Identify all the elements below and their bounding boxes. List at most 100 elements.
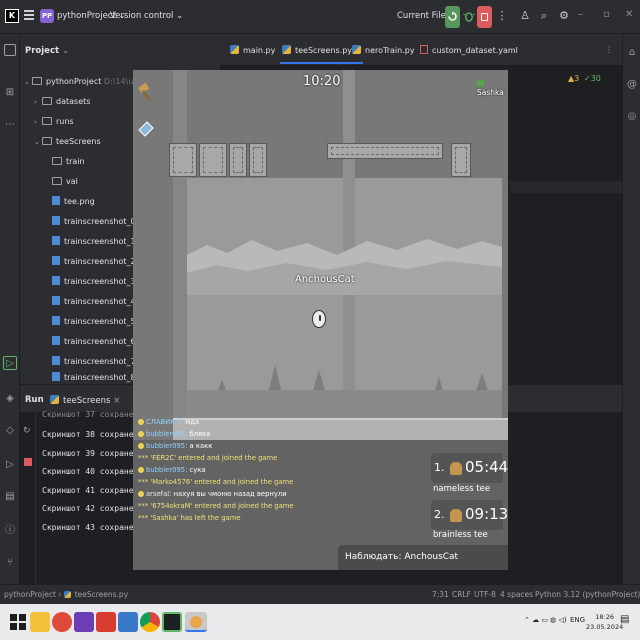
stop-icon [481,13,488,21]
console-run-icon[interactable]: ▷ [3,458,17,472]
stop-icon[interactable] [24,458,32,466]
rerun-icon [448,12,457,21]
tee-skin-icon [450,462,462,475]
game-tile [229,143,247,177]
tab-custom-dataset-yaml[interactable]: custom_dataset.yaml [420,45,518,55]
game-window[interactable]: 10:20 Sashka AnchousCat СЛАВИК T: мда bu… [133,70,508,570]
database-icon[interactable]: ◎ [625,110,639,124]
problems-icon[interactable]: ⓘ [3,524,17,538]
settings-icon[interactable]: ⚙ [558,10,570,22]
tabs-more-icon[interactable]: ⋮ [605,45,613,54]
project-panel-title[interactable]: Project ⌄ [25,46,69,56]
scoreboard-name: brainless tee [433,530,488,540]
system-clock[interactable]: 18:26 23.05.2024 [586,612,623,632]
chevron-down-icon: ⌄ [176,11,184,21]
ai-assistant-icon[interactable]: @ [625,78,639,92]
python-packages-icon[interactable]: ◈ [3,392,17,406]
project-name: pythonProject [57,11,116,21]
tab-teescreens-py[interactable]: teeScreens.py × [279,45,364,64]
game-tile [451,143,471,177]
minimize-icon[interactable]: – [578,9,583,20]
breadcrumb[interactable]: pythonProject › teeScreens.py [4,590,128,599]
notifications-icon[interactable]: ⌂ [625,46,639,60]
git-icon[interactable]: ⑂ [3,556,17,570]
python-interpreter[interactable]: Python 3.12 (pythonProject) [535,590,640,599]
maximize-icon[interactable]: ▫ [603,9,610,20]
acrobat-icon[interactable] [96,612,116,632]
inspections-indicator[interactable]: ✓30 [584,74,601,83]
game-tile [199,143,227,177]
project-tool-icon[interactable] [4,44,16,56]
visual-studio-icon[interactable] [74,612,94,632]
game-mountains [187,239,502,295]
run-tab-teescreens[interactable]: teeScreens × [50,395,120,406]
game-tile [169,143,197,177]
rerun-button[interactable] [445,6,460,28]
close-icon[interactable]: ✕ [625,9,633,20]
notification-icon[interactable]: ▤ [620,614,629,625]
scoreboard-time: 05:44 [465,458,508,476]
image-file-icon [52,372,60,381]
debug-icon[interactable] [463,10,475,22]
folder-icon [42,137,52,145]
tray-icons[interactable]: ⌃ ☁ ▭ ◍ ◁) [524,616,567,624]
rerun-icon[interactable]: ↻ [23,426,31,436]
warnings-indicator[interactable]: ▲3 [568,74,579,83]
game-pine-trees [187,365,502,418]
tree-item-val[interactable]: val [52,172,78,192]
chat-line: *** 'Marko4576' entered and joined the g… [138,478,294,486]
yaml-file-icon [420,45,428,54]
file-encoding[interactable]: UTF-8 [474,590,496,599]
scoreboard-rank: 1. [434,461,445,474]
caret-position[interactable]: 7:31 [432,590,449,599]
folder-icon [32,77,42,85]
tree-item-tee-png[interactable]: tee.png [52,192,95,212]
chat-author-icon [138,431,144,437]
editor-tabs-bar: main.py teeScreens.py × neroTrain.py cus… [220,34,640,66]
console-line: Скриншот 42 сохранен. [42,504,144,513]
tab-main-py[interactable]: main.py [230,45,275,55]
tab-nerotrain-py[interactable]: neroTrain.py [352,45,415,55]
tree-item-train[interactable]: train [52,152,85,172]
image-file-icon [52,316,60,325]
stop-button[interactable] [477,6,492,28]
tree-item-runs[interactable]: › runs [34,112,74,132]
chat-line: bubbler095: а какк [138,442,212,450]
run-tool-icon[interactable]: ▷ [3,356,17,370]
scoreboard-entry: 2. 09:13 [431,500,508,530]
terminal-icon[interactable]: ▤ [3,490,17,504]
notes-icon[interactable] [118,612,138,632]
windows-start-icon[interactable] [8,612,28,632]
more-icon[interactable]: ⋮ [496,10,508,22]
hamburger-icon[interactable] [24,10,34,20]
tree-item-teescreens[interactable]: ⌄ teeScreens [34,132,101,152]
input-language[interactable]: ENG [570,616,585,624]
windows-taskbar: ⌃ ☁ ▭ ◍ ◁) ENG 18:26 23.05.2024 ▤ [0,604,640,640]
structure-icon[interactable]: ⊞ [3,86,17,100]
search-icon[interactable]: ⌕ [538,10,550,22]
chrome-icon[interactable] [140,612,160,632]
account-icon[interactable]: ♙ [519,10,531,22]
console-line: Скриншот 41 сохранен. [42,486,144,495]
tree-item-datasets[interactable]: › datasets [34,92,90,112]
python-file-icon [352,45,361,54]
pycharm-icon[interactable] [162,612,182,632]
indent-setting[interactable]: 4 spaces [500,590,533,599]
close-tab-icon[interactable]: × [113,396,120,406]
layers-icon[interactable]: ◇ [3,424,17,438]
project-badge[interactable]: PP [40,9,54,23]
spectate-label: Наблюдать: AnchousCat [345,552,459,562]
game-floor [173,418,508,440]
chat-line: bubbler095: бляха [138,430,210,438]
vivaldi-icon[interactable] [52,612,72,632]
line-ending[interactable]: CRLF [452,590,471,599]
console-line: Скриншот 40 сохранен. [42,467,144,476]
scoreboard-time: 09:13 [465,505,508,523]
version-control-menu[interactable]: Version control ⌄ [110,11,183,21]
editor-line-highlight [510,181,622,193]
teeworlds-icon[interactable] [185,612,207,632]
image-file-icon [52,356,60,365]
chat-line: arsefal: нахуя вы чмоню назад вернули [138,490,287,498]
file-explorer-icon[interactable] [30,612,50,632]
more-tools-icon[interactable]: ⋯ [3,118,17,132]
